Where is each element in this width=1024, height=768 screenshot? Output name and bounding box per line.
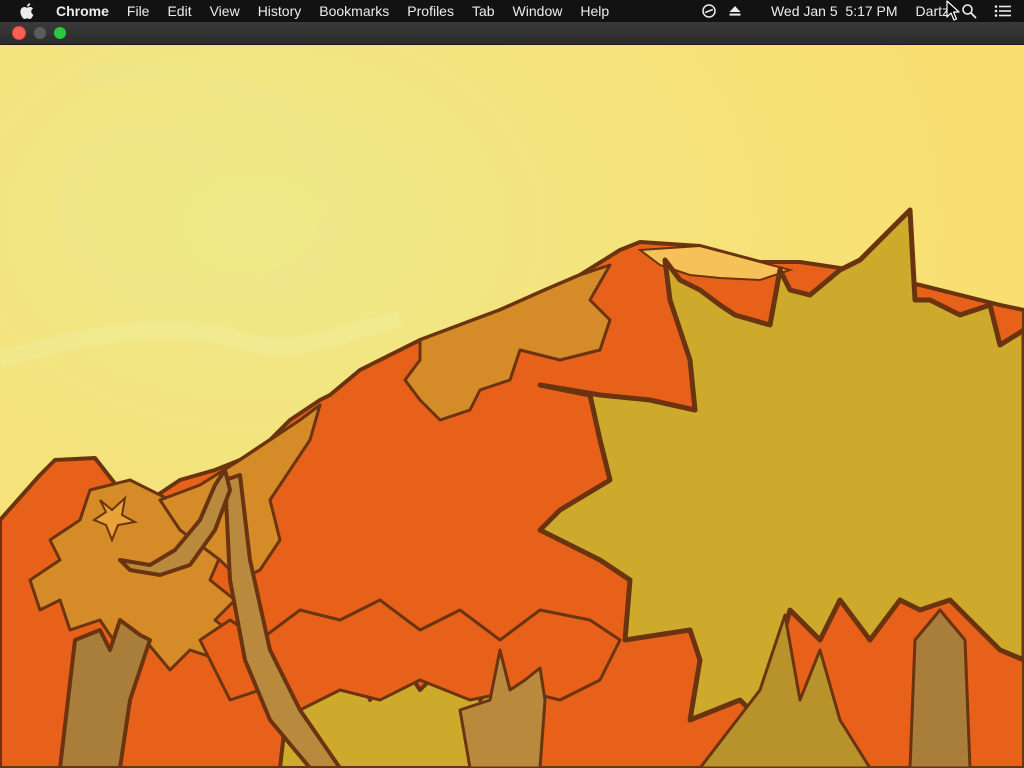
window-minimize-button[interactable] xyxy=(34,27,46,39)
window-title-bar[interactable] xyxy=(0,22,1024,45)
eject-icon[interactable] xyxy=(724,0,746,22)
app-menu[interactable]: Chrome xyxy=(47,0,118,22)
window-zoom-button[interactable] xyxy=(54,27,66,39)
menu-edit[interactable]: Edit xyxy=(158,0,200,22)
trunk-right xyxy=(908,608,972,768)
menu-window[interactable]: Window xyxy=(504,0,572,22)
window-close-button[interactable] xyxy=(12,26,26,40)
menu-history[interactable]: History xyxy=(249,0,311,22)
spotlight-search-icon[interactable] xyxy=(958,0,980,22)
menu-bookmarks[interactable]: Bookmarks xyxy=(310,0,398,22)
menu-file[interactable]: File xyxy=(118,0,159,22)
menu-bar-status-area: Wed Jan 5 5:17 PM Dartz xyxy=(698,0,1024,22)
menu-profiles[interactable]: Profiles xyxy=(398,0,463,22)
screen-recording-icon[interactable] xyxy=(698,0,720,22)
menu-bar-left: Chrome File Edit View History Bookmarks … xyxy=(0,0,618,22)
apple-menu-icon[interactable] xyxy=(20,0,36,22)
autumn-foliage-artwork xyxy=(0,44,1024,768)
menu-view[interactable]: View xyxy=(201,0,249,22)
mouse-cursor-icon xyxy=(946,0,960,21)
menu-tab[interactable]: Tab xyxy=(463,0,504,22)
menu-help[interactable]: Help xyxy=(571,0,618,22)
menu-bar-clock[interactable]: Wed Jan 5 5:17 PM xyxy=(762,0,907,22)
menu-bar: Chrome File Edit View History Bookmarks … xyxy=(0,0,1024,22)
notification-center-icon[interactable] xyxy=(992,0,1014,22)
